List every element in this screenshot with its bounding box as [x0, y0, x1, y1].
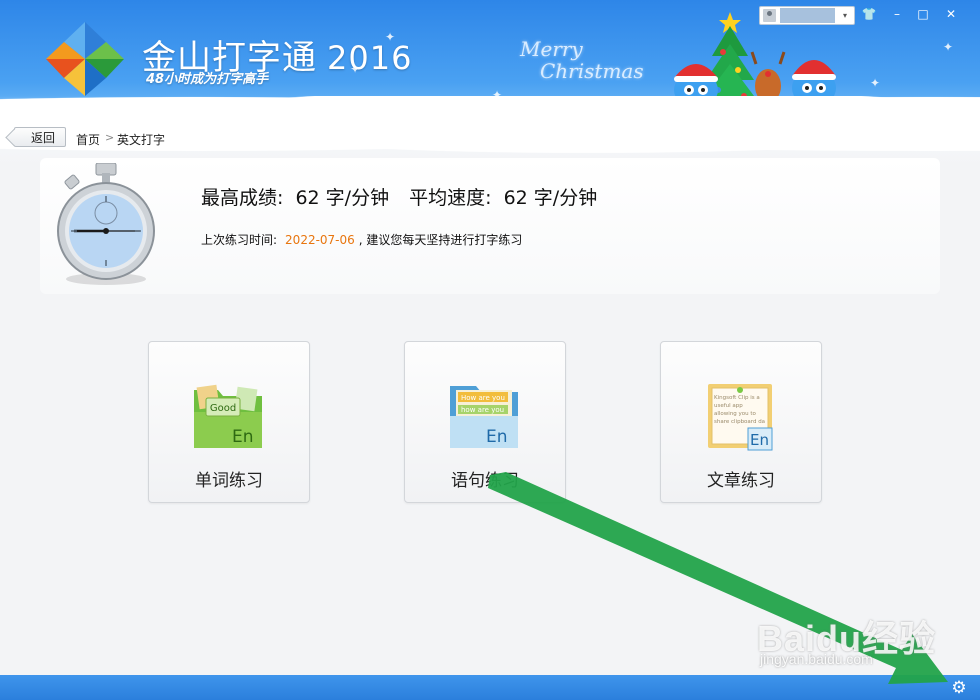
- article-practice-icon: Kingsoft Clip is a useful app allowing y…: [708, 384, 773, 451]
- article-practice-label: 文章练习: [707, 471, 775, 491]
- word-practice-icon: Good En: [194, 384, 262, 448]
- app-logo-icon: [46, 22, 124, 96]
- gear-icon[interactable]: ⚙: [949, 679, 969, 697]
- status-bar: [0, 675, 980, 700]
- app-window: 金山打字通 2016 48小时成为打字高手 Merry Christmas ✦ ✦…: [0, 0, 980, 700]
- average-speed-value: 62 字/分钟: [503, 187, 598, 209]
- sentence-practice-card[interactable]: How are you how are you En 语句练习: [404, 341, 566, 503]
- christmas-text: Christmas: [540, 59, 644, 83]
- close-button[interactable]: ✕: [941, 5, 961, 23]
- stopwatch-icon: [57, 163, 155, 285]
- article-icon-text: Kingsoft Clip is a useful app allowing y…: [714, 395, 766, 425]
- merry-text: Merry: [520, 37, 583, 61]
- last-practice-line: 上次练习时间: 2022-07-06, 建议您每天坚持进行打字练习: [201, 231, 522, 248]
- snowflake-icon: ✦: [943, 40, 954, 54]
- sentence-icon-text-1: How are you: [461, 394, 505, 402]
- breadcrumb-current: 英文打字: [117, 133, 166, 147]
- stats-panel: [40, 158, 940, 294]
- app-subtitle: 48小时成为打字高手: [146, 72, 269, 87]
- word-icon-lang: En: [232, 427, 254, 447]
- skin-button[interactable]: 👕: [859, 5, 879, 23]
- sentence-practice-icon: How are you how are you En: [450, 386, 518, 448]
- watermark-url: jingyan.baidu.com: [760, 651, 873, 667]
- snowflake-icon: ✦: [350, 62, 361, 76]
- user-account-dropdown[interactable]: ▾: [759, 6, 855, 25]
- app-year: 2016: [327, 39, 413, 77]
- best-score-value: 62 字/分钟: [295, 187, 390, 209]
- word-practice-label: 单词练习: [195, 471, 263, 491]
- snowflake-icon: ✦: [385, 30, 396, 44]
- sentence-practice-label: 语句练习: [451, 471, 519, 491]
- word-practice-card[interactable]: Good En 单词练习: [148, 341, 310, 503]
- minimize-button[interactable]: –: [887, 5, 907, 23]
- word-icon-text: Good: [210, 403, 236, 414]
- last-practice-date: 2022-07-06: [285, 233, 355, 247]
- last-practice-label: 上次练习时间:: [201, 233, 278, 247]
- breadcrumb-separator: >: [105, 131, 115, 144]
- back-button[interactable]: 返回: [14, 127, 66, 147]
- user-name-redacted: [780, 8, 835, 23]
- sentence-icon-lang: En: [486, 427, 508, 447]
- article-icon-lang: En: [750, 431, 769, 449]
- merry-christmas-text: Merry Christmas: [520, 38, 644, 82]
- breadcrumb-home[interactable]: 首页: [76, 131, 100, 148]
- best-score-line: 最高成绩: 62 字/分钟 平均速度: 62 字/分钟: [201, 183, 597, 210]
- sentence-icon-text-2: how are you: [461, 406, 504, 414]
- snowflake-icon: ✦: [870, 76, 881, 90]
- best-score-label: 最高成绩:: [201, 187, 284, 209]
- practice-suggestion: , 建议您每天坚持进行打字练习: [358, 233, 523, 247]
- article-practice-card[interactable]: Kingsoft Clip is a useful app allowing y…: [660, 341, 822, 503]
- header-banner: 金山打字通 2016 48小时成为打字高手 Merry Christmas ✦ ✦…: [0, 0, 980, 166]
- chevron-down-icon[interactable]: ▾: [838, 9, 852, 22]
- avatar-icon: [763, 9, 776, 22]
- maximize-button[interactable]: □: [913, 5, 933, 23]
- average-speed-label: 平均速度:: [409, 187, 492, 209]
